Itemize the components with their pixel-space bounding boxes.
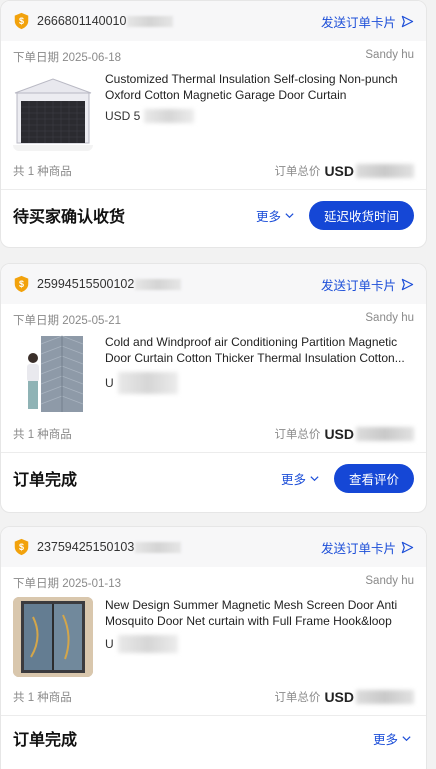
order-footer: 待买家确认收货 更多 延迟收货时间 <box>1 190 426 240</box>
seller-name: Sandy hu <box>365 49 414 65</box>
masked-order-id <box>135 542 181 553</box>
product-title[interactable]: New Design Summer Magnetic Mesh Screen D… <box>105 597 414 629</box>
seller-name: Sandy hu <box>365 575 414 591</box>
garage-door-curtain-image <box>13 71 93 151</box>
masked-total <box>356 164 414 178</box>
chevron-down-icon <box>284 210 295 221</box>
verified-shield-icon: $ <box>13 538 30 556</box>
product-row[interactable]: Cold and Windproof air Conditioning Part… <box>1 328 426 414</box>
order-total: 订单总价USD <box>274 163 414 179</box>
chevron-down-icon <box>401 733 412 744</box>
order-date: 下单日期 2025-06-18 <box>13 49 121 65</box>
masked-price <box>118 372 178 394</box>
order-id-text: 2666801140010 <box>37 14 126 28</box>
view-review-button[interactable]: 查看评价 <box>334 464 414 493</box>
item-count: 共 1 种商品 <box>13 426 72 442</box>
product-info: Customized Thermal Insulation Self-closi… <box>105 71 414 151</box>
svg-text:$: $ <box>19 279 24 289</box>
order-card-header: $ 23759425150103 发送订单卡片 <box>1 527 426 567</box>
svg-text:$: $ <box>19 16 24 26</box>
chevron-down-icon <box>309 473 320 484</box>
order-card-header: $ 2666801140010 发送订单卡片 <box>1 1 426 41</box>
order-card: $ 2666801140010 发送订单卡片 下单日期 2025-06-18 S… <box>0 0 427 248</box>
more-dropdown[interactable]: 更多 <box>281 469 320 488</box>
extend-receipt-time-button[interactable]: 延迟收货时间 <box>309 201 414 230</box>
send-order-card-label: 发送订单卡片 <box>321 12 396 31</box>
order-card: $ 25994515500102 发送订单卡片 下单日期 2025-05-21 … <box>0 263 427 513</box>
partition-door-curtain-image <box>13 334 93 414</box>
send-order-card-label: 发送订单卡片 <box>321 275 396 294</box>
order-card: $ 23759425150103 发送订单卡片 下单日期 2025-01-13 … <box>0 526 427 769</box>
product-info: Cold and Windproof air Conditioning Part… <box>105 334 414 414</box>
order-card-header: $ 25994515500102 发送订单卡片 <box>1 264 426 304</box>
order-meta: 下单日期 2025-01-13 Sandy hu <box>1 567 426 591</box>
product-row[interactable]: Customized Thermal Insulation Self-closi… <box>1 65 426 151</box>
product-thumbnail[interactable] <box>13 334 93 414</box>
order-meta: 下单日期 2025-05-21 Sandy hu <box>1 304 426 328</box>
order-date: 下单日期 2025-05-21 <box>13 312 121 328</box>
order-id: $ 2666801140010 <box>13 12 173 30</box>
product-price: U <box>105 372 414 394</box>
order-meta: 下单日期 2025-06-18 Sandy hu <box>1 41 426 65</box>
send-order-card-button[interactable]: 发送订单卡片 <box>321 12 414 31</box>
order-status: 待买家确认收货 <box>13 203 125 227</box>
product-thumbnail[interactable] <box>13 71 93 151</box>
masked-price <box>118 635 178 653</box>
masked-order-id <box>135 279 181 290</box>
order-footer: 订单完成 更多 <box>1 716 426 760</box>
item-count: 共 1 种商品 <box>13 689 72 705</box>
product-row[interactable]: New Design Summer Magnetic Mesh Screen D… <box>1 591 426 677</box>
order-summary: 共 1 种商品 订单总价USD <box>1 685 426 709</box>
order-status: 订单完成 <box>13 466 77 490</box>
order-summary: 共 1 种商品 订单总价USD <box>1 159 426 183</box>
send-arrow-icon <box>401 541 414 554</box>
send-order-card-label: 发送订单卡片 <box>321 538 396 557</box>
send-arrow-icon <box>401 15 414 28</box>
send-order-card-button[interactable]: 发送订单卡片 <box>321 538 414 557</box>
order-id-text: 25994515500102 <box>37 277 134 291</box>
seller-name: Sandy hu <box>365 312 414 328</box>
order-id: $ 23759425150103 <box>13 538 181 556</box>
masked-total <box>356 427 414 441</box>
order-id-text: 23759425150103 <box>37 540 134 554</box>
order-total: 订单总价USD <box>274 426 414 442</box>
more-dropdown[interactable]: 更多 <box>256 206 295 225</box>
verified-shield-icon: $ <box>13 12 30 30</box>
svg-text:$: $ <box>19 542 24 552</box>
verified-shield-icon: $ <box>13 275 30 293</box>
product-title[interactable]: Customized Thermal Insulation Self-closi… <box>105 71 414 103</box>
product-title[interactable]: Cold and Windproof air Conditioning Part… <box>105 334 414 366</box>
product-info: New Design Summer Magnetic Mesh Screen D… <box>105 597 414 677</box>
send-order-card-button[interactable]: 发送订单卡片 <box>321 275 414 294</box>
masked-price <box>144 109 194 123</box>
order-summary: 共 1 种商品 订单总价USD <box>1 422 426 446</box>
order-date: 下单日期 2025-01-13 <box>13 575 121 591</box>
order-footer: 订单完成 更多 查看评价 <box>1 453 426 503</box>
item-count: 共 1 种商品 <box>13 163 72 179</box>
masked-order-id <box>127 16 173 27</box>
order-status: 订单完成 <box>13 726 77 750</box>
mesh-screen-door-image <box>13 597 93 677</box>
product-price: U <box>105 635 414 653</box>
more-dropdown[interactable]: 更多 <box>373 729 412 748</box>
order-id: $ 25994515500102 <box>13 275 181 293</box>
product-thumbnail[interactable] <box>13 597 93 677</box>
send-arrow-icon <box>401 278 414 291</box>
order-total: 订单总价USD <box>274 689 414 705</box>
product-price: USD 5 <box>105 109 414 123</box>
masked-total <box>356 690 414 704</box>
